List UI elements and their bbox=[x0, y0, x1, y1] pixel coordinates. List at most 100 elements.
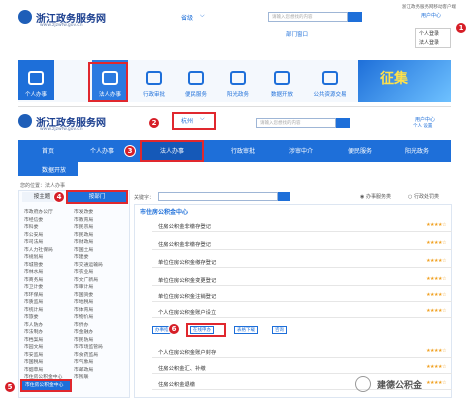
dept-window-link[interactable]: 部门窗口 bbox=[286, 30, 308, 38]
dept-item[interactable]: 市档案局 bbox=[24, 336, 43, 343]
dept-item[interactable]: 市气象局 bbox=[74, 358, 93, 365]
breadcrumb: 您的位置：法人办事 bbox=[20, 183, 66, 189]
filter-service[interactable]: ◉ 办事服务类 bbox=[360, 193, 391, 200]
tile-open-government[interactable]: 阳光政务 bbox=[220, 60, 256, 100]
chip-consult[interactable]: 咨询 bbox=[272, 326, 287, 334]
service-row-label: 住房公积金非缴存登记 bbox=[158, 242, 211, 248]
dept-item[interactable]: 市公安局 bbox=[24, 231, 43, 238]
dept-item[interactable]: 市人防办 bbox=[24, 321, 43, 328]
nav-intermediary[interactable]: 涉审中介 bbox=[289, 146, 313, 155]
main-nav: 首页 个人办事 法人办事 行政审批 涉审中介 便民服务 阳光政务 bbox=[18, 140, 451, 162]
nav-open-data[interactable]: 数据开放 bbox=[42, 165, 66, 174]
dept-item[interactable]: 市政府办公厅 bbox=[24, 208, 53, 215]
user-links[interactable]: 个人 设置 bbox=[413, 123, 432, 129]
service-row[interactable]: 住房公积金非缴存登记 ★★★★☆ bbox=[152, 236, 452, 250]
tile-convenience[interactable]: 便民服务 bbox=[178, 60, 214, 100]
dept-item[interactable]: 市园文局 bbox=[24, 343, 43, 350]
chip-form-download[interactable]: 表格下载 bbox=[234, 326, 258, 334]
dept-item[interactable]: 市环保局 bbox=[24, 291, 43, 298]
dept-item[interactable]: 市国土局 bbox=[74, 246, 93, 253]
dept-item[interactable]: 市经信委 bbox=[24, 216, 43, 223]
dept-item[interactable]: 市法制办 bbox=[24, 328, 43, 335]
nav-corporate-label[interactable]: 法人办事 bbox=[160, 146, 184, 155]
service-row[interactable]: 个人住房公积金账户设立 ★★★★☆ bbox=[152, 304, 452, 318]
dept-item[interactable]: 市教育局 bbox=[74, 216, 93, 223]
dept-item[interactable]: 市农业局 bbox=[74, 268, 93, 275]
promo-banner[interactable]: 征集 bbox=[358, 60, 451, 102]
tile-public-resources[interactable]: 公共资源交易 bbox=[308, 60, 352, 100]
dept-item[interactable]: 市林水局 bbox=[24, 268, 43, 275]
dept-item[interactable]: 市商务局 bbox=[24, 276, 43, 283]
dept-item[interactable]: 市人力社保局 bbox=[24, 246, 53, 253]
dept-item[interactable]: 市统计局 bbox=[24, 306, 43, 313]
dept-item[interactable]: 市烟草局 bbox=[24, 366, 43, 373]
dept-item[interactable]: 市国资委 bbox=[74, 291, 93, 298]
rating-stars: ★★★★☆ bbox=[426, 240, 446, 246]
tile-open-data[interactable]: 数据开放 bbox=[264, 60, 300, 100]
service-row[interactable]: 单位住房公积金变更登记 ★★★★☆ bbox=[152, 272, 452, 286]
nav-admin-approval[interactable]: 行政审批 bbox=[231, 146, 255, 155]
nav-personal[interactable]: 个人办事 bbox=[90, 146, 114, 155]
dept-item[interactable]: 市地税局 bbox=[74, 298, 93, 305]
logo-2[interactable]: 浙江政务服务网 www.zjzwfw.gov.cn bbox=[18, 112, 138, 136]
corporate-login-item[interactable]: 法人登录 bbox=[416, 38, 450, 47]
dept-item[interactable]: 市建委 bbox=[74, 253, 88, 260]
dept-item[interactable]: 市侨办 bbox=[74, 321, 88, 328]
mobile-client-link[interactable]: 浙江政务服务网移动客户端 bbox=[402, 4, 456, 10]
dept-item[interactable]: 市市场监管局 bbox=[74, 343, 103, 350]
dept-item[interactable]: 市司法局 bbox=[24, 238, 43, 245]
nav-open-gov[interactable]: 阳光政务 bbox=[405, 146, 429, 155]
dept-item[interactable]: 市金融办 bbox=[74, 328, 93, 335]
search-input[interactable]: 请输入您想找的内容 bbox=[268, 12, 348, 22]
dept-item[interactable]: 市体育局 bbox=[74, 306, 93, 313]
dept-item[interactable]: 市卫计委 bbox=[24, 283, 43, 290]
dept-item[interactable]: 市发改委 bbox=[74, 208, 93, 215]
dept-item[interactable]: 市规划局 bbox=[24, 253, 43, 260]
dept-item[interactable]: 市物价局 bbox=[74, 313, 93, 320]
dept-item[interactable]: 市残联 bbox=[74, 373, 88, 380]
dept-item[interactable]: 市民防局 bbox=[74, 336, 93, 343]
dept-item[interactable]: 市民政局 bbox=[74, 231, 93, 238]
keyword-input[interactable] bbox=[158, 192, 278, 201]
tile-personal[interactable]: 个人办事 bbox=[18, 60, 54, 100]
nav-home[interactable]: 首页 bbox=[42, 146, 54, 155]
service-row[interactable]: 住房公积金汇、补缴 ★★★★☆ bbox=[152, 360, 452, 374]
service-row-label: 单位住房公积金注销登记 bbox=[158, 294, 217, 300]
dept-item[interactable]: 市食药监局 bbox=[74, 351, 98, 358]
search-input-2[interactable]: 请输入您想找的内容 bbox=[256, 118, 336, 128]
service-row[interactable]: 住房公积金非缴存登记 ★★★★☆ bbox=[152, 218, 452, 232]
region-selector[interactable]: 省级 bbox=[181, 13, 193, 22]
dept-item[interactable]: 市质监局 bbox=[24, 298, 43, 305]
service-row[interactable]: 单位住房公积金缴存登记 ★★★★☆ bbox=[152, 254, 452, 268]
dept-item[interactable]: 市民宗局 bbox=[74, 223, 93, 230]
keyword-search-button[interactable] bbox=[278, 192, 290, 201]
dept-item[interactable]: 市国税局 bbox=[24, 358, 43, 365]
dept-item[interactable]: 市城管委 bbox=[24, 261, 43, 268]
service-row[interactable]: 单位住房公积金注销登记 ★★★★☆ bbox=[152, 288, 452, 302]
step-badge-4: 4 bbox=[53, 191, 65, 203]
dept-item[interactable]: 市文广新局 bbox=[74, 276, 98, 283]
region-selector-2[interactable]: 杭州 bbox=[181, 116, 193, 125]
logo[interactable]: 浙江政务服务网 www.zjzwfw.gov.cn bbox=[18, 8, 138, 32]
personal-login-item[interactable]: 个人登录 bbox=[416, 29, 450, 38]
search-button[interactable] bbox=[348, 12, 362, 22]
dept-item[interactable]: 市旅委 bbox=[24, 313, 38, 320]
rating-stars: ★★★★☆ bbox=[426, 276, 446, 282]
dept-item[interactable]: 市邮政局 bbox=[74, 366, 93, 373]
user-center-link[interactable]: 用户中心 bbox=[421, 12, 441, 19]
user-center-link-2[interactable]: 用户中心 bbox=[415, 116, 435, 123]
filter-penalty[interactable]: ○ 行政处罚类 bbox=[408, 193, 439, 200]
tile-admin-approval[interactable]: 行政审批 bbox=[136, 60, 172, 100]
highlight-region bbox=[172, 112, 216, 130]
dept-item[interactable]: 市交通运输局 bbox=[74, 261, 103, 268]
search-button-2[interactable] bbox=[336, 118, 350, 128]
dept-item[interactable]: 市安监局 bbox=[24, 351, 43, 358]
service-row[interactable]: 个人住房公积金账户封存 ★★★★☆ bbox=[152, 344, 452, 358]
chevron-down-icon[interactable]: ⌵ bbox=[200, 115, 205, 123]
nav-convenience[interactable]: 便民服务 bbox=[348, 146, 372, 155]
logo-emblem-icon bbox=[18, 10, 32, 24]
dept-item[interactable]: 市审计局 bbox=[74, 283, 93, 290]
dept-item[interactable]: 市财政局 bbox=[74, 238, 93, 245]
chevron-down-icon[interactable]: ⌵ bbox=[200, 12, 205, 20]
dept-item[interactable]: 市科委 bbox=[24, 223, 38, 230]
